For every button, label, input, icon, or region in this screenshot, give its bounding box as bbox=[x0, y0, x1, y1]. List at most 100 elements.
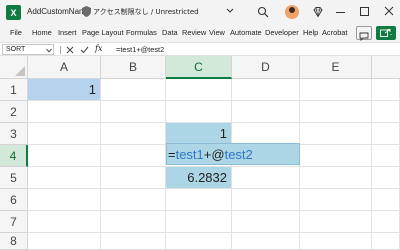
select-all-button[interactable] bbox=[0, 56, 28, 79]
sensitivity-label[interactable]: アクセス制限なし / Unrestricted bbox=[93, 7, 199, 17]
formula-bar: SORT fx =test1+@test2 bbox=[0, 42, 400, 56]
comment-icon bbox=[359, 32, 369, 42]
row-header-5[interactable]: 5 bbox=[0, 167, 28, 189]
formula-input[interactable]: =test1+@test2 bbox=[116, 45, 164, 54]
grid-cell[interactable] bbox=[28, 123, 101, 145]
document-title[interactable]: AddCustomName bbox=[27, 7, 90, 16]
row-header-4[interactable]: 4 bbox=[0, 145, 28, 167]
grid-cell[interactable] bbox=[300, 101, 372, 123]
tab-data[interactable]: Data bbox=[162, 28, 178, 37]
grid-cell[interactable] bbox=[372, 123, 400, 145]
excel-logo-icon: X bbox=[6, 5, 21, 20]
grid-cell[interactable] bbox=[166, 101, 232, 123]
grid-cell[interactable] bbox=[300, 167, 372, 189]
excel-logo-letter: X bbox=[10, 7, 17, 18]
tab-page-layout[interactable]: Page Layout bbox=[82, 28, 124, 37]
chevron-down-icon[interactable] bbox=[226, 8, 234, 14]
cell-c3[interactable]: 1 bbox=[166, 123, 232, 145]
grid-cell[interactable] bbox=[300, 123, 372, 145]
comments-button[interactable] bbox=[356, 26, 372, 42]
grid-cell[interactable] bbox=[232, 167, 300, 189]
grid-cell[interactable] bbox=[28, 101, 101, 123]
tab-view[interactable]: View bbox=[209, 28, 225, 37]
share-button[interactable] bbox=[376, 26, 396, 40]
formula-token-test2: test2 bbox=[224, 146, 253, 162]
grid-cell[interactable] bbox=[372, 189, 400, 211]
grid-cell[interactable] bbox=[166, 211, 232, 233]
grid-cell[interactable] bbox=[101, 189, 166, 211]
name-box[interactable]: SORT bbox=[2, 44, 54, 55]
tab-help[interactable]: Help bbox=[303, 28, 318, 37]
row-header-2[interactable]: 2 bbox=[0, 101, 28, 123]
enter-check-icon[interactable] bbox=[80, 46, 89, 54]
grid-cell[interactable] bbox=[166, 79, 232, 101]
column-header-e[interactable]: E bbox=[300, 56, 372, 79]
grid-cell[interactable] bbox=[101, 233, 166, 250]
tab-formulas[interactable]: Formulas bbox=[126, 28, 157, 37]
avatar[interactable] bbox=[285, 5, 299, 19]
row-header-1[interactable]: 1 bbox=[0, 79, 28, 101]
grid-cell[interactable] bbox=[166, 233, 232, 250]
tab-home[interactable]: Home bbox=[32, 28, 52, 37]
close-icon[interactable] bbox=[383, 5, 395, 17]
tab-automate[interactable]: Automate bbox=[230, 28, 262, 37]
cell-c4-editor[interactable]: = test1 +@ test2 bbox=[166, 143, 300, 165]
column-header-b[interactable]: B bbox=[101, 56, 166, 79]
minimize-icon[interactable] bbox=[336, 12, 345, 13]
select-all-triangle-icon bbox=[15, 66, 25, 76]
maximize-icon[interactable] bbox=[360, 7, 369, 16]
grid-cell[interactable] bbox=[232, 79, 300, 101]
grid-cell[interactable] bbox=[232, 211, 300, 233]
row-header-3[interactable]: 3 bbox=[0, 123, 28, 145]
column-header-d[interactable]: D bbox=[232, 56, 300, 79]
grid-cell[interactable] bbox=[372, 101, 400, 123]
grid-cell[interactable] bbox=[372, 167, 400, 189]
grid-cell[interactable] bbox=[232, 101, 300, 123]
cell-c5[interactable]: 6.2832 bbox=[166, 167, 232, 189]
grid-cell[interactable] bbox=[28, 233, 101, 250]
tab-acrobat[interactable]: Acrobat bbox=[322, 28, 347, 37]
search-icon[interactable] bbox=[257, 6, 269, 18]
tab-insert[interactable]: Insert bbox=[58, 28, 76, 37]
grid-cell[interactable] bbox=[101, 167, 166, 189]
grid-cell[interactable] bbox=[300, 233, 372, 250]
grid-cell[interactable] bbox=[372, 211, 400, 233]
grid-cell[interactable] bbox=[232, 233, 300, 250]
tab-file[interactable]: File bbox=[10, 28, 22, 37]
column-header-f[interactable] bbox=[372, 56, 400, 79]
grid-cell[interactable] bbox=[101, 211, 166, 233]
column-header-a[interactable]: A bbox=[28, 56, 101, 79]
grid-cell[interactable] bbox=[300, 79, 372, 101]
column-header-c[interactable]: C bbox=[166, 56, 232, 79]
cancel-icon[interactable] bbox=[66, 46, 74, 54]
grid-cell[interactable] bbox=[28, 189, 101, 211]
formula-bar-divider bbox=[60, 46, 61, 54]
grid-cell[interactable] bbox=[166, 189, 232, 211]
cell-a1[interactable]: 1 bbox=[28, 79, 101, 101]
grid-cell[interactable] bbox=[372, 233, 400, 250]
grid-cell[interactable] bbox=[232, 189, 300, 211]
grid-cell[interactable] bbox=[372, 145, 400, 167]
grid-cell[interactable] bbox=[300, 211, 372, 233]
grid-cell[interactable] bbox=[300, 189, 372, 211]
share-icon bbox=[380, 29, 392, 37]
grid-cell[interactable] bbox=[232, 123, 300, 145]
tab-review[interactable]: Review bbox=[182, 28, 206, 37]
tab-developer[interactable]: Developer bbox=[265, 28, 299, 37]
grid-cell[interactable] bbox=[101, 145, 166, 167]
grid-cell[interactable] bbox=[28, 211, 101, 233]
chevron-down-icon[interactable] bbox=[46, 48, 52, 53]
grid-cell[interactable] bbox=[28, 145, 101, 167]
row-header-8[interactable]: 8 bbox=[0, 233, 28, 250]
insert-function-button[interactable]: fx bbox=[95, 44, 102, 53]
grid-cell[interactable] bbox=[101, 101, 166, 123]
grid-cell[interactable] bbox=[372, 79, 400, 101]
row-header-7[interactable]: 7 bbox=[0, 211, 28, 233]
grid-cell[interactable] bbox=[300, 145, 372, 167]
formula-token-equals: = bbox=[168, 146, 176, 162]
diamond-icon[interactable] bbox=[312, 6, 324, 18]
grid-cell[interactable] bbox=[28, 167, 101, 189]
grid-cell[interactable] bbox=[101, 123, 166, 145]
grid-cell[interactable] bbox=[101, 79, 166, 101]
row-header-6[interactable]: 6 bbox=[0, 189, 28, 211]
